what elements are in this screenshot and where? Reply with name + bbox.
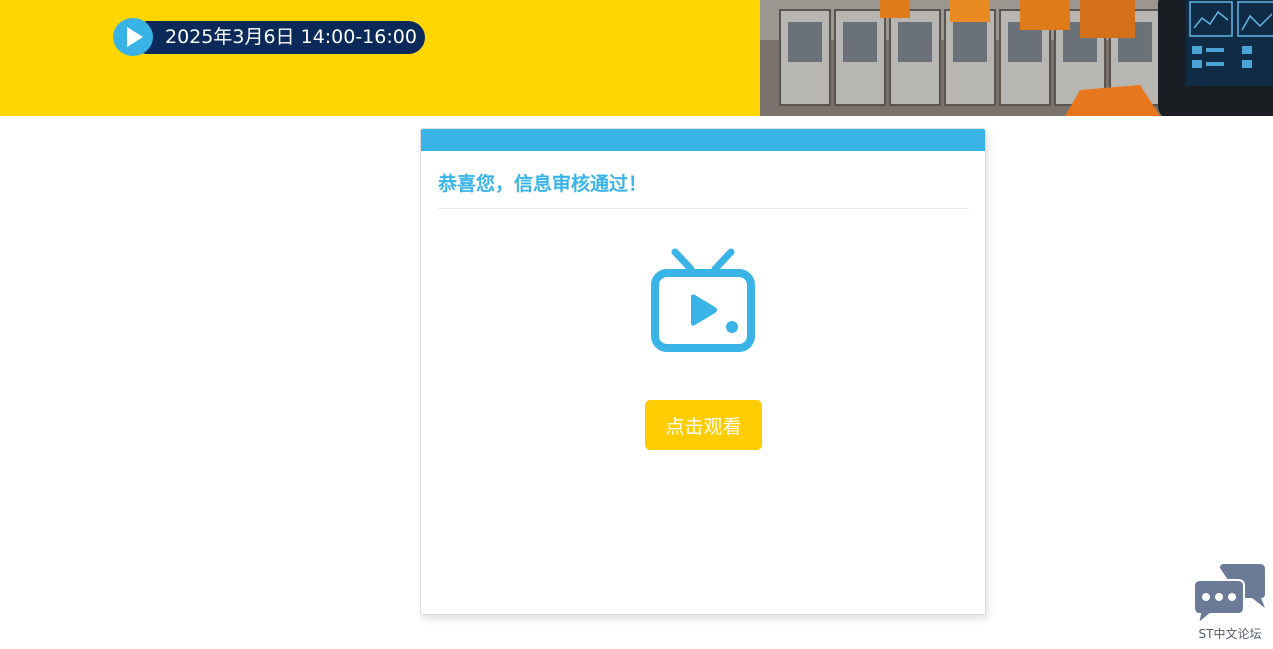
approval-card: 恭喜您，信息审核通过！ 点击观看 [420,128,986,615]
forum-widget[interactable]: ST中文论坛 [1189,562,1271,646]
event-banner: 2025年3月6日 14:00-16:00 [0,0,1273,116]
tv-icon [651,247,755,357]
approval-title: 恭喜您，信息审核通过！ [438,173,648,195]
event-date-text: 2025年3月6日 14:00-16:00 [165,26,417,48]
card-header-bar [421,129,985,151]
event-date-pill: 2025年3月6日 14:00-16:00 [113,18,425,56]
card-divider [438,208,969,209]
forum-label: ST中文论坛 [1198,627,1262,641]
play-icon [113,18,153,56]
watch-now-button[interactable]: 点击观看 [645,400,762,450]
banner-factory-image [760,0,1273,116]
chat-bubbles-icon [1193,564,1265,626]
